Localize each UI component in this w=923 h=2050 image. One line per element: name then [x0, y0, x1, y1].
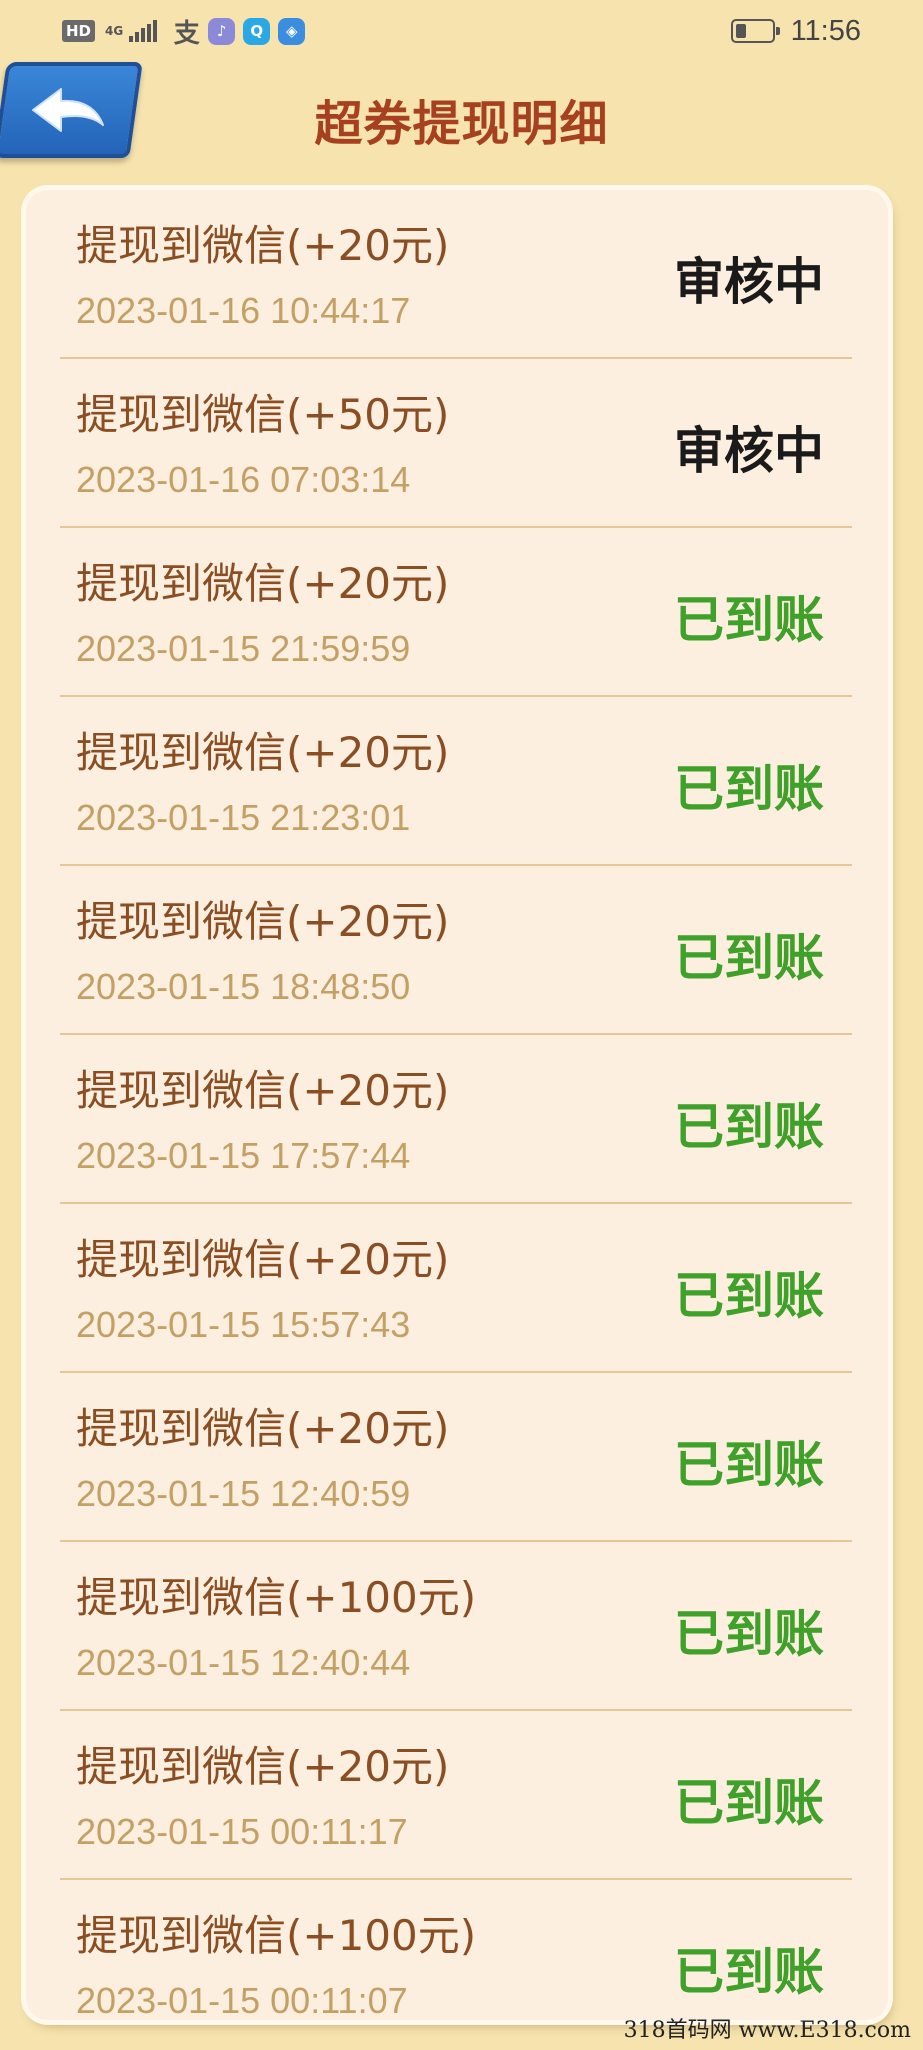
- record-status: 已到账: [674, 929, 824, 987]
- record-row: 提现到微信(+20元) 2023-01-15 12:40:59 已到账: [60, 1373, 852, 1542]
- status-right: 11:56: [730, 14, 861, 48]
- record-time: 2023-01-16 07:03:14: [76, 459, 411, 500]
- record-title: 提现到微信(+20元): [76, 1404, 450, 1453]
- record-title: 提现到微信(+20元): [76, 221, 450, 270]
- signal-icon: [129, 20, 158, 42]
- record-status: 已到账: [674, 1267, 824, 1325]
- record-time: 2023-01-15 00:11:17: [76, 1811, 408, 1852]
- record-title: 提现到微信(+100元): [76, 1911, 477, 1960]
- record-title: 提现到微信(+20元): [76, 728, 450, 777]
- status-bar: HD 4G 支 ♪ Q ◈ 11:56: [0, 0, 923, 62]
- record-status: 审核中: [674, 422, 824, 480]
- record-row: 提现到微信(+20元) 2023-01-15 17:57:44 已到账: [60, 1035, 852, 1204]
- page-title: 超券提现明细: [314, 96, 609, 152]
- record-title: 提现到微信(+50元): [76, 390, 450, 439]
- record-title: 提现到微信(+20元): [76, 897, 450, 946]
- record-time: 2023-01-15 17:57:44: [76, 1135, 411, 1176]
- alipay-icon: 支: [173, 18, 200, 49]
- record-status: 已到账: [674, 1436, 824, 1494]
- record-time: 2023-01-15 12:40:59: [76, 1473, 411, 1514]
- record-time: 2023-01-15 12:40:44: [76, 1642, 411, 1683]
- record-time: 2023-01-15 21:59:59: [76, 628, 411, 669]
- record-title: 提现到微信(+100元): [76, 1573, 477, 1622]
- record-status: 已到账: [674, 1943, 824, 2001]
- record-title: 提现到微信(+20元): [76, 1235, 450, 1284]
- header: 超券提现明细: [0, 62, 923, 170]
- status-left: HD 4G 支 ♪ Q ◈: [62, 17, 306, 49]
- hd-badge: HD: [62, 20, 96, 42]
- record-time: 2023-01-15 21:23:01: [76, 797, 411, 838]
- music-icon: ♪: [208, 17, 236, 45]
- record-row: 提现到微信(+20元) 2023-01-15 00:11:17 已到账: [60, 1711, 852, 1880]
- record-status: 已到账: [674, 760, 824, 818]
- record-title: 提现到微信(+20元): [76, 1066, 450, 1115]
- notification-icons: 支 ♪ Q ◈: [173, 17, 306, 49]
- record-row: 提现到微信(+20元) 2023-01-15 21:23:01 已到账: [60, 697, 852, 866]
- record-row: 提现到微信(+50元) 2023-01-16 07:03:14 审核中: [60, 359, 852, 528]
- record-row: 提现到微信(+100元) 2023-01-15 12:40:44 已到账: [60, 1542, 852, 1711]
- record-status: 已到账: [674, 1605, 824, 1663]
- record-status: 已到账: [674, 1098, 824, 1156]
- record-title: 提现到微信(+20元): [76, 1742, 450, 1791]
- browser-icon: ◈: [278, 17, 306, 45]
- record-time: 2023-01-15 00:11:07: [76, 1980, 408, 2020]
- record-row: 提现到微信(+20元) 2023-01-15 18:48:50 已到账: [60, 866, 852, 1035]
- record-row: 提现到微信(+100元) 2023-01-15 00:11:07 已到账: [60, 1880, 852, 2020]
- record-title: 提现到微信(+20元): [76, 559, 450, 608]
- clock: 11:56: [790, 14, 861, 47]
- record-row: 提现到微信(+20元) 2023-01-15 15:57:43 已到账: [60, 1204, 852, 1373]
- watermark: 318首码网 www.E318.com: [623, 2018, 911, 2043]
- record-status: 已到账: [674, 591, 824, 649]
- search-app-icon: Q: [243, 17, 271, 45]
- withdrawal-record-list[interactable]: 提现到微信(+20元) 2023-01-16 10:44:17 审核中 提现到微信(+…: [60, 190, 852, 2020]
- record-time: 2023-01-15 15:57:43: [76, 1304, 411, 1345]
- record-status: 审核中: [674, 253, 824, 311]
- battery-icon: [730, 19, 780, 43]
- record-time: 2023-01-15 18:48:50: [76, 966, 411, 1007]
- network-type: 4G: [105, 24, 124, 38]
- record-status: 已到账: [674, 1774, 824, 1832]
- record-time: 2023-01-16 10:44:17: [76, 290, 411, 331]
- withdrawal-record-card: 提现到微信(+20元) 2023-01-16 10:44:17 审核中 提现到微信(+…: [26, 190, 888, 2020]
- record-row: 提现到微信(+20元) 2023-01-16 10:44:17 审核中: [60, 190, 852, 359]
- record-row: 提现到微信(+20元) 2023-01-15 21:59:59 已到账: [60, 528, 852, 697]
